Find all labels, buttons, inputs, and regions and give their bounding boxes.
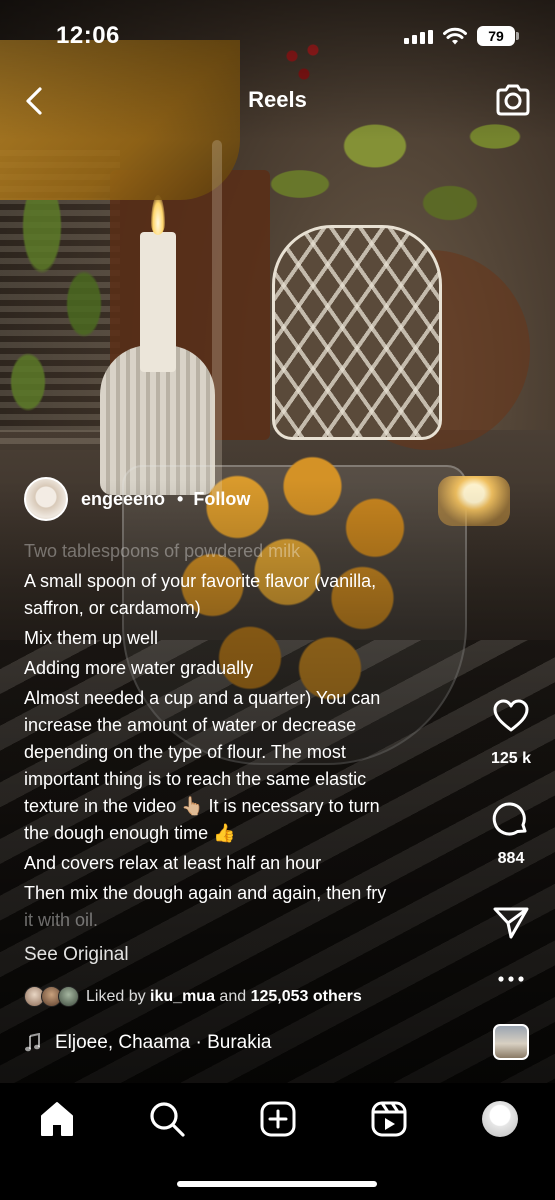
audio-track: Eljoee, Chaama · Burakia (55, 1032, 272, 1053)
send-icon[interactable] (492, 904, 530, 940)
home-icon[interactable] (37, 1099, 77, 1139)
profile-tab[interactable] (480, 1099, 520, 1139)
caption-paragraph: Adding more water gradually (24, 655, 469, 682)
wifi-icon (443, 27, 467, 45)
caption-line: Mix them up well (24, 628, 159, 648)
audio-thumbnail[interactable] (493, 1024, 529, 1060)
music-note-icon (25, 1033, 40, 1052)
reels-icon[interactable] (369, 1099, 409, 1139)
caption-line: depending on the type of flour. The most (24, 742, 346, 762)
liked-prefix: Liked by (86, 988, 146, 1005)
liked-others[interactable]: 125,053 others (251, 988, 362, 1005)
caption-line: the dough enough time 👍 (24, 823, 236, 843)
caption-line: Adding more water gradually (24, 658, 254, 678)
create-icon[interactable] (258, 1099, 298, 1139)
camera-icon[interactable] (494, 82, 532, 118)
comment-icon[interactable] (492, 800, 530, 838)
status-time: 12:06 (56, 22, 120, 49)
status-bar: 12:06 79 (0, 0, 555, 70)
battery-tip (516, 32, 519, 40)
caption-line: it with oil. (24, 910, 99, 930)
caption-line: saffron, or cardamom) (24, 598, 201, 618)
caption-line: Almost needed a cup and a quarter) You c… (24, 688, 381, 708)
more-options-icon[interactable] (494, 972, 528, 986)
caption-paragraph: Mix them up well (24, 625, 469, 652)
battery-icon: 79 (477, 26, 515, 46)
caption-paragraph: Almost needed a cup and a quarter) You c… (24, 685, 469, 847)
liker-avatar (58, 986, 79, 1007)
scene-pour (212, 140, 222, 500)
caption-line: A small spoon of your favorite flavor (v… (24, 571, 377, 591)
caption-line: And covers relax at least half an hour (24, 853, 322, 873)
cellular-signal-icon (404, 30, 434, 44)
liked-by-text: Liked by iku_mua and 125,053 others (86, 988, 362, 1006)
liker-avatars (24, 986, 80, 1008)
heart-icon[interactable] (492, 698, 530, 734)
like-count: 125 k (490, 750, 532, 767)
follow-button[interactable]: Follow (193, 489, 250, 510)
scene-candle (140, 232, 176, 372)
caption-line: important thing is to reach the same ela… (24, 769, 367, 789)
caption-paragraph: A small spoon of your favorite flavor (v… (24, 568, 469, 622)
liked-middle: and (219, 988, 247, 1005)
reel-caption[interactable]: Two tablespoons of powdered milk A small… (24, 538, 469, 937)
caption-line: Then mix the dough again and again, then… (24, 883, 387, 903)
author-avatar[interactable] (24, 477, 68, 521)
caption-paragraph: Then mix the dough again and again, then… (24, 880, 469, 934)
caption-paragraph: And covers relax at least half an hour (24, 850, 469, 877)
caption-line: Two tablespoons of powdered milk (24, 541, 301, 561)
liked-by-row[interactable]: Liked by iku_mua and 125,053 others (24, 985, 362, 1009)
page-title: Reels (248, 87, 307, 112)
caption-line: texture in the video 👆🏼 It is necessary … (24, 796, 380, 816)
caption-line: increase the amount of water or decrease (24, 715, 357, 735)
see-original-link[interactable]: See Original (24, 944, 129, 966)
home-indicator[interactable] (177, 1181, 377, 1187)
audio-row[interactable]: Eljoee, Chaama · Burakia (24, 1030, 272, 1056)
liked-user[interactable]: iku_mua (150, 988, 215, 1005)
author-username[interactable]: engeeeno (81, 489, 165, 510)
search-icon[interactable] (147, 1099, 187, 1139)
comment-count: 884 (497, 850, 525, 867)
separator-dot: • (177, 488, 184, 509)
profile-avatar-icon (482, 1101, 518, 1137)
author-row: engeeeno • Follow (24, 476, 250, 522)
scene-macrame-vase (272, 225, 442, 440)
